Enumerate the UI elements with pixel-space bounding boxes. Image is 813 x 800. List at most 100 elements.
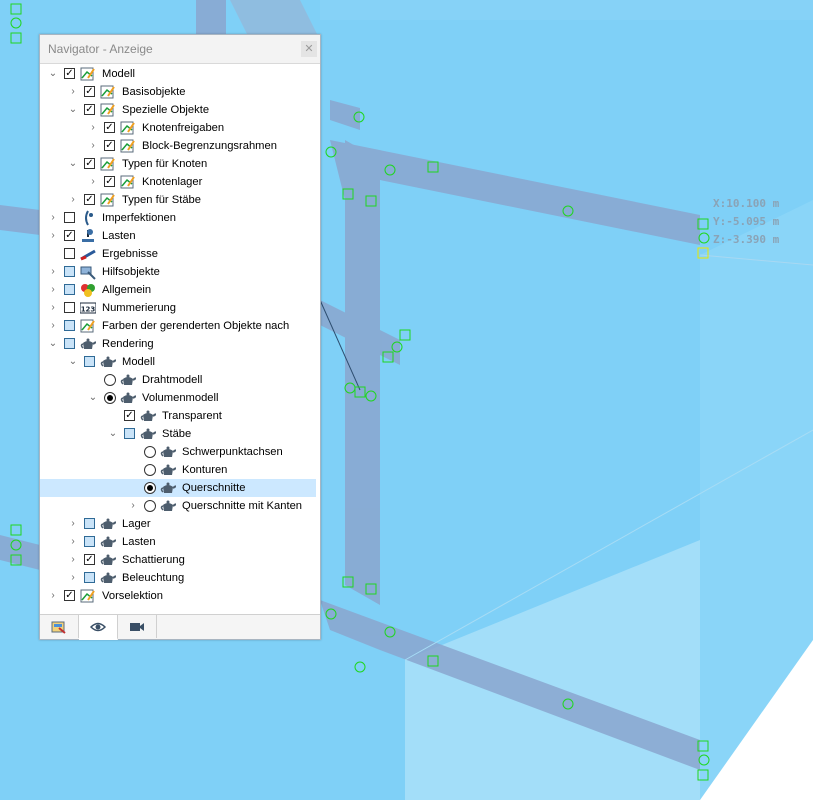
tree-item[interactable]: › 123 Nummerierung (40, 299, 316, 317)
chevron-right-icon[interactable]: › (48, 317, 58, 335)
tree-item[interactable]: ⌄ ✓ Modell (40, 65, 316, 83)
chevron-right-icon[interactable]: › (48, 299, 58, 317)
tree-item[interactable]: ⌄ ✓ Spezielle Objekte (40, 101, 316, 119)
tree-item[interactable]: › Lager (40, 515, 316, 533)
tree-checkbox[interactable]: ✓ (84, 158, 95, 169)
chevron-right-icon[interactable]: › (48, 281, 58, 299)
chevron-down-icon[interactable]: ⌄ (48, 65, 58, 83)
tree-checkbox[interactable]: ✓ (84, 554, 95, 565)
tree-checkbox[interactable]: ✓ (64, 68, 75, 79)
general-icon (81, 284, 95, 297)
tree-item[interactable]: ⌄ Stäbe (40, 425, 316, 443)
tree-item[interactable]: Drahtmodell (40, 371, 316, 389)
tree-radio[interactable] (104, 374, 116, 386)
results-icon (80, 249, 96, 261)
tree-item[interactable]: ✓ Transparent (40, 407, 316, 425)
tree-checkbox[interactable] (124, 428, 135, 439)
tree-checkbox[interactable]: ✓ (84, 86, 95, 97)
tree-item-label: Block-Begrenzungsrahmen (142, 140, 277, 152)
tree-radio[interactable] (144, 446, 156, 458)
chevron-down-icon[interactable]: ⌄ (48, 335, 58, 353)
tree-radio[interactable] (144, 464, 156, 476)
tree-checkbox[interactable]: ✓ (104, 140, 115, 151)
tree-item[interactable]: ⌄ ✓ Typen für Knoten (40, 155, 316, 173)
tree-item[interactable]: › ✓ Lasten (40, 227, 316, 245)
tree-item[interactable]: ⌄ Modell (40, 353, 316, 371)
navigator-tabs (40, 614, 320, 640)
chevron-right-icon[interactable]: › (68, 533, 78, 551)
tree-radio[interactable] (144, 500, 156, 512)
tree-item[interactable]: Schwerpunktachsen (40, 443, 316, 461)
tree-radio[interactable] (144, 482, 156, 494)
tree-item[interactable]: › ✓ Typen für Stäbe (40, 191, 316, 209)
tree-checkbox[interactable] (64, 320, 75, 331)
tree-item[interactable]: › Farben der gerenderten Objekte nach (40, 317, 316, 335)
model-icon (100, 85, 115, 99)
tree-checkbox[interactable]: ✓ (84, 194, 95, 205)
tree-checkbox[interactable]: ✓ (104, 176, 115, 187)
tree-item[interactable]: › Hilfsobjekte (40, 263, 316, 281)
tree-checkbox[interactable] (84, 536, 95, 547)
chevron-right-icon[interactable]: › (48, 263, 58, 281)
chevron-down-icon[interactable]: ⌄ (88, 389, 98, 407)
chevron-right-icon[interactable]: › (68, 551, 78, 569)
chevron-down-icon[interactable]: ⌄ (108, 425, 118, 443)
tree-item-label: Modell (102, 68, 135, 80)
tree-checkbox[interactable]: ✓ (64, 590, 75, 601)
tree-checkbox[interactable] (64, 302, 75, 313)
tree-checkbox[interactable] (84, 572, 95, 583)
chevron-down-icon[interactable]: ⌄ (68, 353, 78, 371)
chevron-right-icon[interactable]: › (68, 515, 78, 533)
tree-item-label: Knotenfreigaben (142, 122, 225, 134)
tree-item[interactable]: › ✓ Basisobjekte (40, 83, 316, 101)
tree-item[interactable]: Ergebnisse (40, 245, 316, 263)
chevron-down-icon[interactable]: ⌄ (68, 101, 78, 119)
load-icon (82, 229, 94, 242)
tree-item[interactable]: › ✓ Knotenfreigaben (40, 119, 316, 137)
chevron-right-icon[interactable]: › (68, 569, 78, 587)
tree-item[interactable]: › ✓ Block-Begrenzungsrahmen (40, 137, 316, 155)
tree-item[interactable]: › Allgemein (40, 281, 316, 299)
tree-item[interactable]: › ✓ Knotenlager (40, 173, 316, 191)
model-icon (80, 589, 95, 603)
chevron-right-icon[interactable]: › (128, 497, 138, 515)
tree-checkbox[interactable]: ✓ (104, 122, 115, 133)
tree-checkbox[interactable] (64, 212, 75, 223)
tree-checkbox[interactable]: ✓ (84, 104, 95, 115)
tree-item[interactable]: › ✓ Schattierung (40, 551, 316, 569)
tab-data[interactable] (40, 615, 79, 638)
tree-item[interactable]: › ✓ Vorselektion (40, 587, 316, 605)
chevron-right-icon[interactable]: › (88, 137, 98, 155)
tree-item[interactable]: Konturen (40, 461, 316, 479)
tree-item[interactable]: › Lasten (40, 533, 316, 551)
tree-item[interactable]: › Imperfektionen (40, 209, 316, 227)
tree-item[interactable]: ⌄ Volumenmodell (40, 389, 316, 407)
guide-objects-icon (80, 266, 96, 280)
chevron-right-icon[interactable]: › (68, 191, 78, 209)
close-icon[interactable]: ✕ (301, 41, 317, 57)
tree-item[interactable]: ⌄ Rendering (40, 335, 316, 353)
model-icon (120, 139, 135, 153)
tree-checkbox[interactable] (64, 266, 75, 277)
tree-checkbox[interactable] (64, 338, 75, 349)
chevron-right-icon[interactable]: › (88, 173, 98, 191)
chevron-right-icon[interactable]: › (88, 119, 98, 137)
chevron-right-icon[interactable]: › (48, 209, 58, 227)
tree-checkbox[interactable] (84, 518, 95, 529)
tree-checkbox[interactable] (64, 248, 75, 259)
tree-checkbox[interactable] (84, 356, 95, 367)
chevron-right-icon[interactable]: › (68, 83, 78, 101)
chevron-right-icon[interactable]: › (48, 587, 58, 605)
navigator-title-bar[interactable]: Navigator - Anzeige ✕ (40, 35, 320, 64)
chevron-down-icon[interactable]: ⌄ (68, 155, 78, 173)
chevron-right-icon[interactable]: › (48, 227, 58, 245)
tree-item[interactable]: Querschnitte (40, 479, 316, 497)
tree-checkbox[interactable] (64, 284, 75, 295)
tab-views[interactable] (118, 615, 157, 638)
tree-item[interactable]: › Querschnitte mit Kanten (40, 497, 316, 515)
tree-checkbox[interactable]: ✓ (64, 230, 75, 241)
tree-radio[interactable] (104, 392, 116, 404)
tree-checkbox[interactable]: ✓ (124, 410, 135, 421)
tab-display[interactable] (79, 615, 118, 640)
tree-item[interactable]: › Beleuchtung (40, 569, 316, 587)
